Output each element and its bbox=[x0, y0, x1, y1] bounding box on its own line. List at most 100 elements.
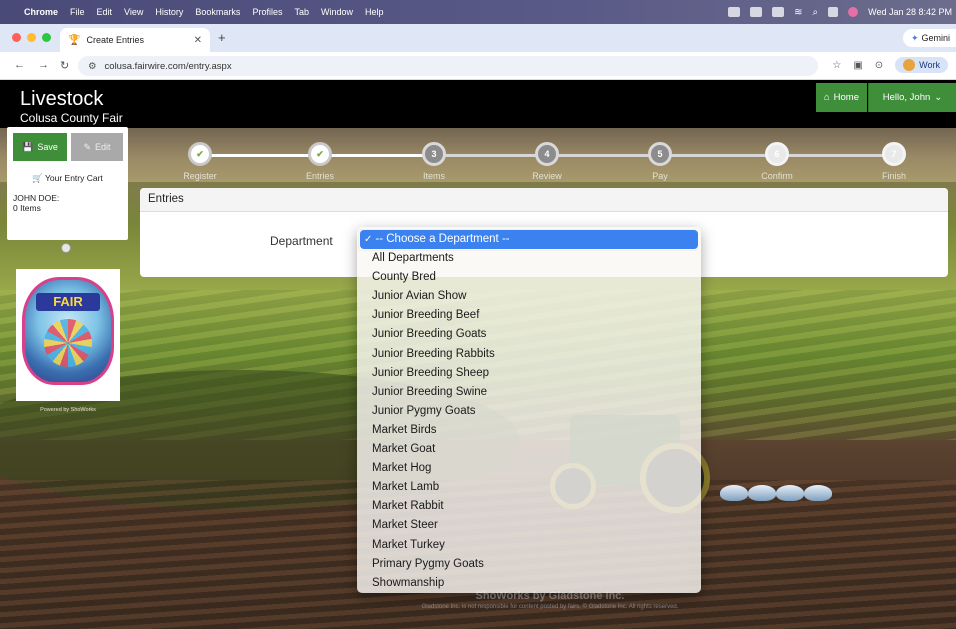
floppy-disk-icon: 💾 bbox=[22, 141, 34, 152]
cart-toggle-button[interactable] bbox=[61, 243, 71, 253]
department-option[interactable]: Market Birds bbox=[360, 421, 698, 440]
save-button[interactable]: 💾 Save bbox=[13, 133, 67, 161]
edit-button[interactable]: ✎ Edit bbox=[71, 133, 123, 161]
step-check-icon: ✔ bbox=[308, 142, 332, 166]
menu-help[interactable]: Help bbox=[365, 7, 384, 17]
department-label: Department bbox=[270, 234, 333, 248]
cart-icon: 🛒 bbox=[32, 173, 43, 183]
siri-icon[interactable] bbox=[848, 7, 859, 17]
gemini-button[interactable]: ✦ Gemini bbox=[902, 29, 956, 47]
browser-tab-create-entries[interactable]: 🏆 Create Entries ✕ bbox=[60, 28, 210, 52]
site-footer: ShoWorks by Gladstone Inc. Gladstone Inc… bbox=[370, 590, 730, 610]
department-option-selected[interactable]: ✓ -- Choose a Department -- bbox=[360, 230, 698, 250]
address-bar[interactable]: ⚙ colusa.fairwire.com/entry.aspx bbox=[78, 56, 818, 76]
trophy-favicon-icon: 🏆 bbox=[68, 34, 81, 46]
menu-tab[interactable]: Tab bbox=[294, 7, 309, 17]
site-subtitle: Colusa County Fair bbox=[20, 111, 123, 125]
site-brand[interactable]: Livestock Colusa County Fair bbox=[20, 88, 123, 125]
battery-icon[interactable] bbox=[772, 7, 785, 17]
menu-profiles[interactable]: Profiles bbox=[252, 7, 282, 17]
new-tab-button[interactable]: + bbox=[218, 30, 226, 45]
sparkle-icon: ✦ bbox=[910, 32, 919, 43]
avatar bbox=[903, 59, 916, 71]
gemini-label: Gemini bbox=[921, 33, 950, 43]
tab-title: Create Entries bbox=[86, 35, 144, 45]
bookmark-star-icon[interactable]: ☆ bbox=[832, 60, 841, 71]
profile-button[interactable]: Work bbox=[895, 57, 948, 73]
department-dropdown-list: ✓ -- Choose a Department -- All Departmen… bbox=[357, 227, 701, 593]
fair-logo[interactable]: FAIR bbox=[16, 269, 120, 401]
spotlight-icon[interactable]: ⌕ bbox=[813, 7, 819, 18]
department-option[interactable]: Market Lamb bbox=[360, 478, 698, 497]
department-option[interactable]: All Departments bbox=[360, 249, 698, 268]
close-tab-icon[interactable]: ✕ bbox=[194, 35, 202, 46]
entries-heading: Entries bbox=[140, 188, 948, 212]
reload-icon[interactable]: ↻ bbox=[60, 59, 69, 72]
cart-title: 🛒 Your Entry Cart bbox=[32, 173, 103, 183]
step-entries: ✔ Entries bbox=[280, 142, 360, 181]
url-text[interactable]: colusa.fairwire.com/entry.aspx bbox=[105, 61, 232, 72]
profile-label: Work bbox=[919, 60, 940, 70]
pencil-icon: ✎ bbox=[83, 141, 92, 152]
home-label: Home bbox=[833, 92, 859, 103]
menu-app-chrome[interactable]: Chrome bbox=[24, 7, 58, 17]
department-option[interactable]: Market Steer bbox=[360, 516, 698, 535]
user-menu-button[interactable]: Hello, John ⌄ bbox=[868, 83, 956, 112]
department-option[interactable]: Primary Pygmy Goats bbox=[360, 555, 698, 574]
menu-edit[interactable]: Edit bbox=[97, 7, 113, 17]
keyboard-icon[interactable] bbox=[750, 7, 763, 17]
menu-bookmarks[interactable]: Bookmarks bbox=[195, 7, 240, 17]
minimize-window-button[interactable] bbox=[27, 33, 36, 42]
control-center-icon[interactable] bbox=[828, 7, 839, 17]
menu-view[interactable]: View bbox=[124, 7, 143, 17]
department-option[interactable]: Market Rabbit bbox=[360, 497, 698, 516]
step-label: Pay bbox=[652, 171, 668, 181]
step-items: 3 Items bbox=[394, 142, 474, 181]
department-option[interactable]: Market Hog bbox=[360, 459, 698, 478]
fair-logo-text: FAIR bbox=[36, 293, 100, 311]
step-number: 7 bbox=[882, 142, 906, 166]
department-option[interactable]: Showmanship bbox=[360, 574, 698, 593]
home-button[interactable]: ⌂ Home bbox=[815, 83, 867, 112]
department-option[interactable]: Junior Breeding Rabbits bbox=[360, 345, 698, 364]
user-greeting: Hello, John bbox=[882, 92, 931, 103]
menu-clock[interactable]: Wed Jan 28 8:42 PM bbox=[868, 7, 952, 17]
screen-mirror-icon[interactable] bbox=[728, 7, 741, 17]
department-option[interactable]: Junior Avian Show bbox=[360, 287, 698, 306]
checkmark-icon: ✓ bbox=[364, 234, 373, 245]
menu-history[interactable]: History bbox=[155, 7, 183, 17]
step-number: 6 bbox=[765, 142, 789, 166]
zoom-window-button[interactable] bbox=[42, 33, 51, 42]
department-option[interactable]: Junior Breeding Sheep bbox=[360, 364, 698, 383]
step-number: 4 bbox=[535, 142, 559, 166]
department-option[interactable]: County Bred bbox=[360, 268, 698, 287]
wifi-icon[interactable]: ≋ bbox=[794, 7, 802, 18]
cart-item-count: 0 Items bbox=[13, 203, 41, 213]
menu-file[interactable]: File bbox=[70, 7, 85, 17]
step-review: 4 Review bbox=[507, 142, 587, 181]
powered-by-text[interactable]: Powered by ShoWorks bbox=[16, 407, 120, 413]
close-window-button[interactable] bbox=[12, 33, 21, 42]
step-number: 5 bbox=[648, 142, 672, 166]
department-option[interactable]: Junior Breeding Beef bbox=[360, 306, 698, 325]
department-option[interactable]: Junior Breeding Goats bbox=[360, 325, 698, 344]
forward-arrow-icon[interactable]: → bbox=[38, 59, 49, 71]
step-confirm: 6 Confirm bbox=[737, 142, 817, 181]
menu-window[interactable]: Window bbox=[321, 7, 353, 17]
step-pay: 5 Pay bbox=[620, 142, 700, 181]
site-settings-icon[interactable]: ⚙ bbox=[88, 61, 97, 72]
step-label: Register bbox=[183, 171, 217, 181]
tab-search-icon[interactable]: ▣ bbox=[853, 60, 862, 71]
chevron-down-icon: ⌄ bbox=[934, 92, 943, 103]
department-option[interactable]: Junior Breeding Swine bbox=[360, 383, 698, 402]
step-finish: 7 Finish bbox=[854, 142, 934, 181]
footer-disclaimer: Gladstone Inc. is not responsible for co… bbox=[421, 604, 679, 610]
step-label: Finish bbox=[881, 171, 906, 181]
site-header: Livestock Colusa County Fair ⌂ Home Hell… bbox=[0, 80, 956, 128]
department-option[interactable]: Junior Pygmy Goats bbox=[360, 402, 698, 421]
department-option[interactable]: Market Turkey bbox=[360, 536, 698, 555]
department-option[interactable]: Market Goat bbox=[360, 440, 698, 459]
extensions-icon[interactable]: ⊙ bbox=[875, 60, 883, 71]
back-arrow-icon[interactable]: ← bbox=[14, 59, 25, 71]
save-label: Save bbox=[37, 142, 58, 152]
